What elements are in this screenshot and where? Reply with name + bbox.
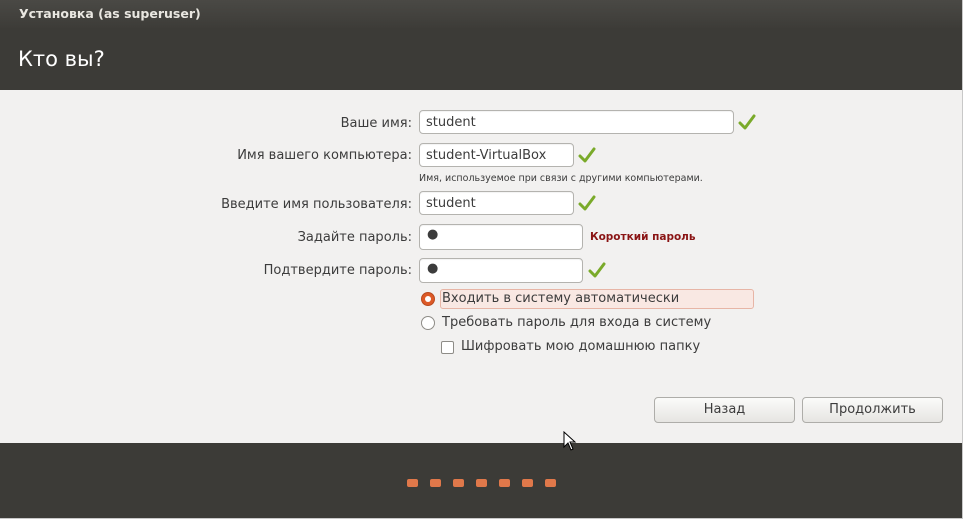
page-header: Кто вы?: [0, 28, 962, 90]
password-mask: ●: [427, 227, 439, 242]
check-icon: [588, 262, 606, 278]
password-label: Задайте пароль:: [297, 230, 412, 245]
username-label: Введите имя пользователя:: [221, 197, 412, 212]
progress-dot: [453, 479, 464, 487]
confirm-password-label: Подтвердите пароль:: [263, 263, 412, 278]
encrypt-home-checkbox[interactable]: [441, 341, 454, 354]
name-input[interactable]: [419, 110, 734, 134]
auto-login-radio[interactable]: [421, 292, 435, 306]
computer-name-hint: Имя, используемое при связи с другими ко…: [419, 173, 703, 184]
password-input[interactable]: ●: [419, 224, 583, 250]
computer-name-input[interactable]: [419, 143, 574, 167]
auto-login-label[interactable]: Входить в систему автоматически: [442, 291, 679, 306]
window-title: Установка (as superuser): [19, 6, 201, 21]
check-icon: [578, 195, 596, 211]
progress-dot: [545, 479, 556, 487]
title-bar[interactable]: Установка (as superuser): [0, 0, 962, 28]
progress-dot: [407, 479, 418, 487]
name-label: Ваше имя:: [340, 116, 412, 131]
confirm-password-input[interactable]: ●: [419, 258, 583, 283]
progress-dot: [499, 479, 510, 487]
encrypt-home-label[interactable]: Шифровать мою домашнюю папку: [461, 339, 700, 354]
password-strength-warning: Короткий пароль: [590, 231, 696, 243]
mouse-cursor-icon: [563, 431, 577, 451]
installer-window: Установка (as superuser) Кто вы? Ваше им…: [0, 0, 963, 519]
form-area: Ваше имя: Имя вашего компьютера: Имя, ис…: [0, 90, 962, 443]
confirm-password-mask: ●: [427, 261, 439, 276]
progress-dot: [430, 479, 441, 487]
progress-footer: [0, 443, 962, 518]
check-icon: [738, 114, 756, 130]
check-icon: [578, 147, 596, 163]
require-password-radio[interactable]: [421, 316, 435, 330]
continue-button[interactable]: Продолжить: [802, 397, 943, 423]
progress-dot: [522, 479, 533, 487]
page-title: Кто вы?: [18, 47, 105, 71]
require-password-label[interactable]: Требовать пароль для входа в систему: [442, 315, 711, 330]
username-input[interactable]: [419, 191, 574, 215]
progress-dot: [476, 479, 487, 487]
back-button[interactable]: Назад: [654, 397, 795, 423]
computer-name-label: Имя вашего компьютера:: [237, 148, 412, 163]
